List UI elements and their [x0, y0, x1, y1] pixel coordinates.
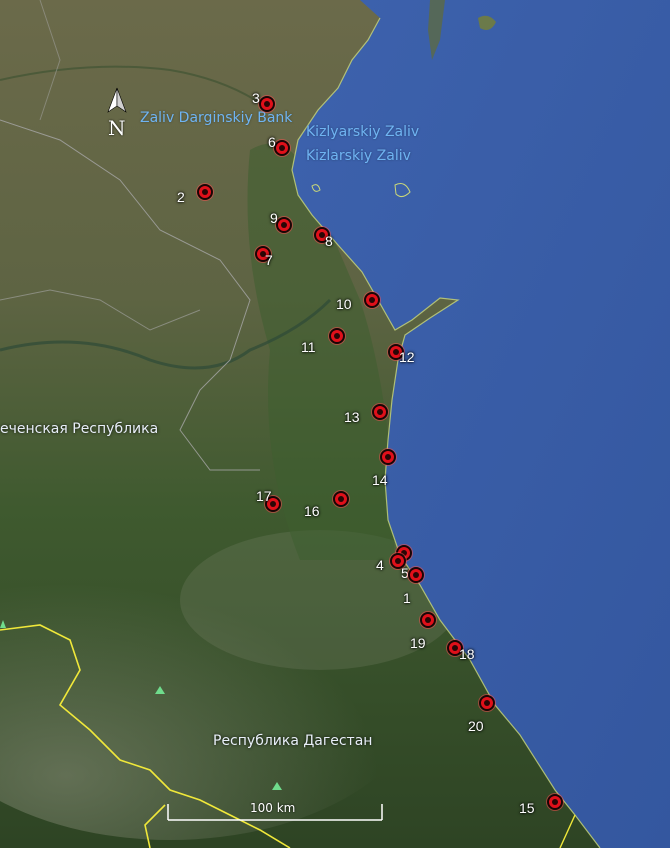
- site-label-4: 4: [376, 557, 384, 573]
- site-label-7: 7: [265, 252, 273, 268]
- north-letter: N: [108, 116, 126, 140]
- satellite-map[interactable]: N Zaliv Darginskiy Bank Kizlyarskiy Zali…: [0, 0, 670, 848]
- site-marker-3[interactable]: [259, 96, 275, 112]
- site-label-18: 18: [459, 646, 475, 662]
- site-marker-15[interactable]: [547, 794, 563, 810]
- site-label-2: 2: [177, 189, 185, 205]
- site-marker-2[interactable]: [197, 184, 213, 200]
- site-marker-10[interactable]: [364, 292, 380, 308]
- site-marker-16[interactable]: [333, 491, 349, 507]
- site-label-16: 16: [304, 503, 320, 519]
- site-label-17: 17: [256, 488, 272, 504]
- site-marker-1[interactable]: [408, 567, 424, 583]
- water-label-kizlarskiy-zaliv: Kizlarskiy Zaliv: [306, 148, 411, 164]
- site-marker-14[interactable]: [380, 449, 396, 465]
- site-label-15: 15: [519, 800, 535, 816]
- site-label-13: 13: [344, 409, 360, 425]
- site-label-9: 9: [270, 210, 278, 226]
- site-marker-9[interactable]: [276, 217, 292, 233]
- site-marker-20[interactable]: [479, 695, 495, 711]
- site-label-14: 14: [372, 472, 388, 488]
- site-label-20: 20: [468, 718, 484, 734]
- scale-label: 100 km: [250, 801, 296, 815]
- water-label-zaliv-darginskiy: Zaliv Darginskiy Bank: [140, 110, 293, 126]
- site-label-1: 1: [403, 590, 411, 606]
- site-marker-19[interactable]: [420, 612, 436, 628]
- site-marker-13[interactable]: [372, 404, 388, 420]
- site-marker-11[interactable]: [329, 328, 345, 344]
- site-label-8: 8: [325, 233, 333, 249]
- site-label-3: 3: [252, 90, 260, 106]
- site-label-12: 12: [399, 349, 415, 365]
- region-label-chechen: еченская Республика: [0, 421, 159, 437]
- site-label-11: 11: [301, 339, 316, 355]
- site-label-6: 6: [268, 134, 276, 150]
- region-label-dagestan: Республика Дагестан: [213, 733, 373, 749]
- site-label-10: 10: [336, 296, 352, 312]
- water-label-kizlyarskiy-zaliv: Kizlyarskiy Zaliv: [306, 124, 420, 140]
- site-marker-6[interactable]: [274, 140, 290, 156]
- site-label-19: 19: [410, 635, 426, 651]
